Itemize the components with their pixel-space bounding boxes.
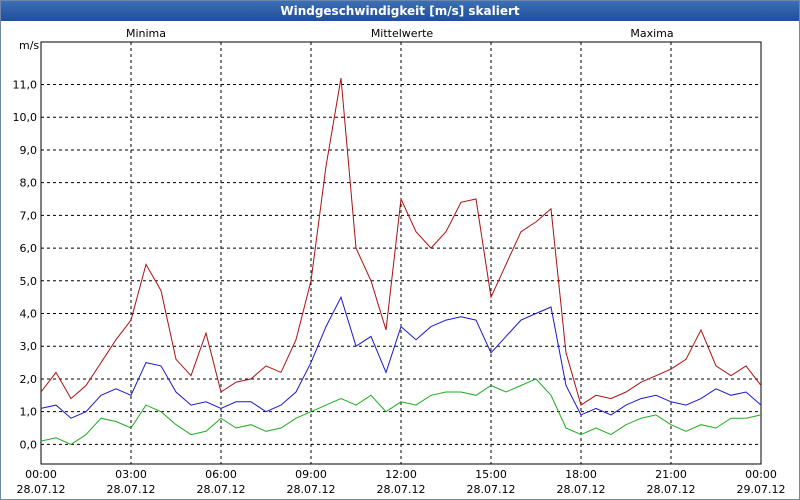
x-tick-time: 06:00 <box>205 468 237 481</box>
wind-speed-chart: m/s Minima Mittelwerte Maxima 0,0 1,0 2,… <box>13 27 786 496</box>
chart-window: Windgeschwindigkeit [m/s] skaliert m/s M… <box>0 0 800 500</box>
x-tick-time: 12:00 <box>385 468 417 481</box>
x-tick-date: 28.07.12 <box>17 483 66 496</box>
window-title: Windgeschwindigkeit [m/s] skaliert <box>1 1 799 21</box>
x-tick-date: 28.07.12 <box>467 483 516 496</box>
x-tick-date: 28.07.12 <box>647 483 696 496</box>
y-tick-label: 6,0 <box>20 242 38 255</box>
y-tick-label: 7,0 <box>20 209 38 222</box>
x-tick-date: 28.07.12 <box>197 483 246 496</box>
y-tick-labels: 0,0 1,0 2,0 3,0 4,0 5,0 6,0 7,0 8,0 9,0 … <box>13 79 38 452</box>
x-tick-time: 21:00 <box>655 468 687 481</box>
y-tick-label: 1,0 <box>20 406 38 419</box>
x-tick-time: 03:00 <box>115 468 147 481</box>
y-tick-label: 9,0 <box>20 144 38 157</box>
x-tick-date: 28.07.12 <box>557 483 606 496</box>
y-tick-label: 5,0 <box>20 275 38 288</box>
legend-mittelwerte: Mittelwerte <box>371 27 434 40</box>
x-tick-date: 28.07.12 <box>287 483 336 496</box>
y-tick-label: 11,0 <box>13 79 38 92</box>
grid <box>41 42 761 464</box>
y-tick-label: 4,0 <box>20 308 38 321</box>
x-tick-date: 28.07.12 <box>377 483 426 496</box>
x-tick-time: 09:00 <box>295 468 327 481</box>
x-tick-date: 29.07.12 <box>737 483 786 496</box>
x-tick-date: 28.07.12 <box>107 483 156 496</box>
y-tick-label: 2,0 <box>20 373 38 386</box>
x-tick-time: 00:00 <box>745 468 777 481</box>
y-tick-label: 8,0 <box>20 177 38 190</box>
y-tick-label: 0,0 <box>20 438 38 451</box>
x-tick-time: 00:00 <box>25 468 57 481</box>
series-line-mittelwerte <box>40 295 762 419</box>
x-tick-labels: 00:00 28.07.12 03:00 28.07.12 06:00 28.0… <box>17 468 786 496</box>
y-tick-label: 10,0 <box>13 111 38 124</box>
y-tick-label: 3,0 <box>20 340 38 353</box>
x-tick-time: 15:00 <box>475 468 507 481</box>
x-tick-time: 18:00 <box>565 468 597 481</box>
legend-minima: Minima <box>126 27 166 40</box>
y-axis-label: m/s <box>19 39 39 52</box>
legend-maxima: Maxima <box>630 27 673 40</box>
